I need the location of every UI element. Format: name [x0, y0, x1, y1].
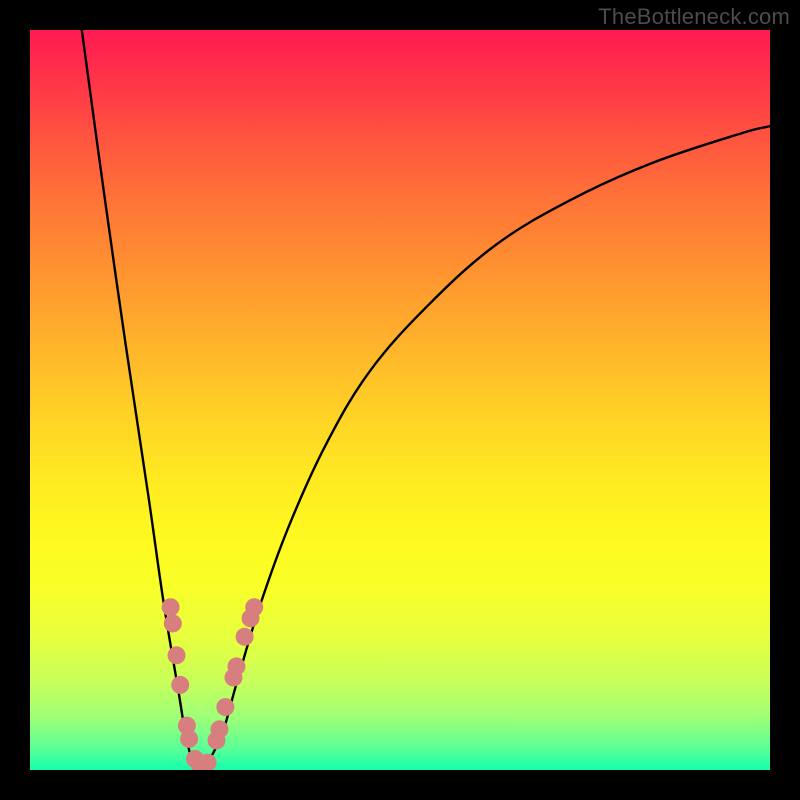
bottleneck-curve [82, 30, 770, 770]
watermark-label: TheBottleneck.com [598, 4, 790, 30]
data-marker [210, 720, 228, 738]
data-marker [216, 698, 234, 716]
data-marker [164, 614, 182, 632]
data-marker [180, 730, 198, 748]
data-marker [227, 657, 245, 675]
data-marker [236, 628, 254, 646]
data-marker [245, 598, 263, 616]
plot-area [30, 30, 770, 770]
data-markers [162, 598, 264, 770]
data-marker [162, 598, 180, 616]
chart-svg [30, 30, 770, 770]
data-marker [168, 646, 186, 664]
chart-frame: TheBottleneck.com [0, 0, 800, 800]
data-marker [171, 676, 189, 694]
